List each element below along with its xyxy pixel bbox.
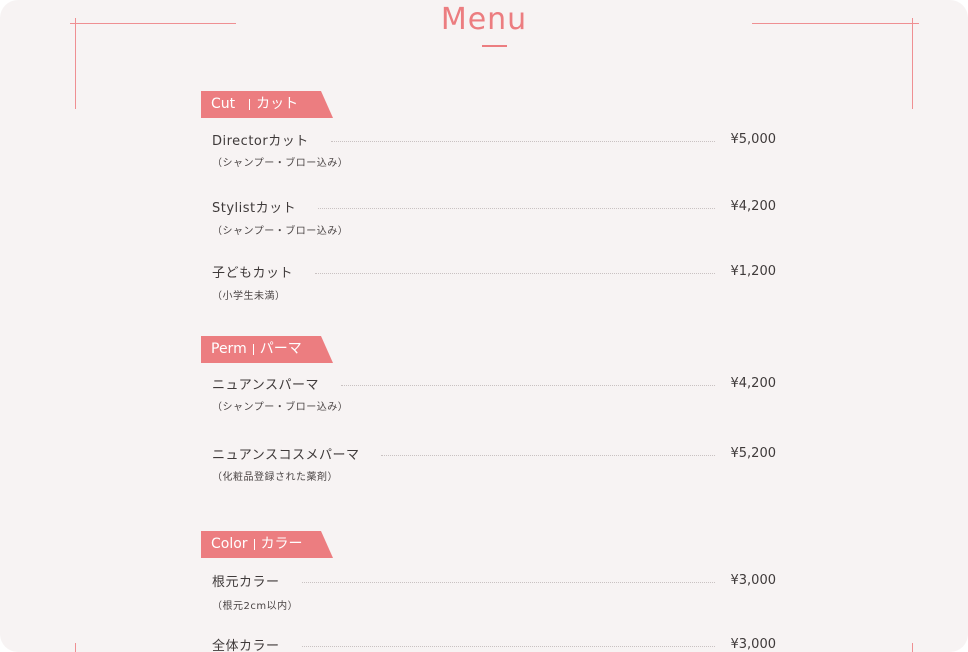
dotted-leader: [301, 645, 715, 647]
dotted-leader: [340, 384, 715, 386]
item-price: ¥3,000: [730, 636, 777, 652]
section-tag-en: Color: [211, 536, 248, 552]
item-price: ¥5,000: [730, 131, 777, 147]
dotted-leader: [330, 140, 715, 142]
item-note: （シャンプー・ブロー込み）: [212, 226, 349, 237]
item-price: ¥4,200: [730, 375, 777, 391]
tag-separator: [252, 343, 254, 355]
section-tag-en: Perm: [211, 341, 247, 357]
item-name: 根元カラー: [212, 574, 280, 590]
tag-separator: [253, 538, 255, 550]
item-name: Directorカット: [212, 133, 309, 149]
item-price: ¥5,200: [730, 445, 777, 461]
item-note: （小学生未満）: [212, 291, 286, 302]
section-tag-perm: Perm パーマ: [201, 336, 333, 363]
menu-item-nuance-cosme-perm: ニュアンスコスメパーマ ¥5,200: [212, 443, 776, 463]
section-tag-ja: カット: [256, 96, 299, 112]
item-name: 全体カラー: [212, 638, 280, 652]
section-tag-ja: カラー: [260, 536, 303, 552]
section-tag-color: Color カラー: [201, 531, 333, 558]
section-tag-cut: Cut カット: [201, 91, 333, 118]
dotted-leader: [381, 454, 715, 456]
title-underline: [482, 45, 507, 47]
section-tag-ja: パーマ: [259, 341, 302, 357]
menu-item-root-color: 根元カラー ¥3,000: [212, 570, 776, 590]
frame-bottom-left-tick: [75, 643, 76, 652]
item-note: （根元2cm以内）: [212, 601, 299, 612]
item-price: ¥4,200: [730, 198, 777, 214]
item-price: ¥1,200: [730, 263, 777, 279]
item-note: （シャンプー・ブロー込み）: [212, 402, 349, 413]
menu-page: Menu Cut カット Directorカット ¥5,000 （シャンプー・ブロ…: [0, 0, 968, 652]
dotted-leader: [315, 272, 715, 274]
tag-separator: [249, 98, 251, 110]
dotted-leader: [301, 581, 715, 583]
item-note: （化粧品登録された薬剤）: [212, 472, 338, 483]
item-note: （シャンプー・ブロー込み）: [212, 158, 349, 169]
frame-bottom-right-tick: [912, 643, 913, 652]
menu-item-full-color: 全体カラー ¥3,000: [212, 634, 776, 652]
item-name: ニュアンスコスメパーマ: [212, 447, 360, 463]
menu-item-director-cut: Directorカット ¥5,000: [212, 129, 776, 149]
section-tag-en: Cut: [211, 96, 236, 112]
menu-item-nuance-perm: ニュアンスパーマ ¥4,200: [212, 373, 776, 393]
page-title: Menu: [440, 2, 528, 37]
item-price: ¥3,000: [730, 572, 777, 588]
menu-item-kids-cut: 子どもカット ¥1,200: [212, 261, 776, 281]
item-name: ニュアンスパーマ: [212, 377, 319, 393]
item-name: Stylistカット: [212, 200, 297, 216]
item-name: 子どもカット: [212, 265, 294, 281]
menu-item-stylist-cut: Stylistカット ¥4,200: [212, 196, 776, 216]
dotted-leader: [318, 207, 715, 209]
